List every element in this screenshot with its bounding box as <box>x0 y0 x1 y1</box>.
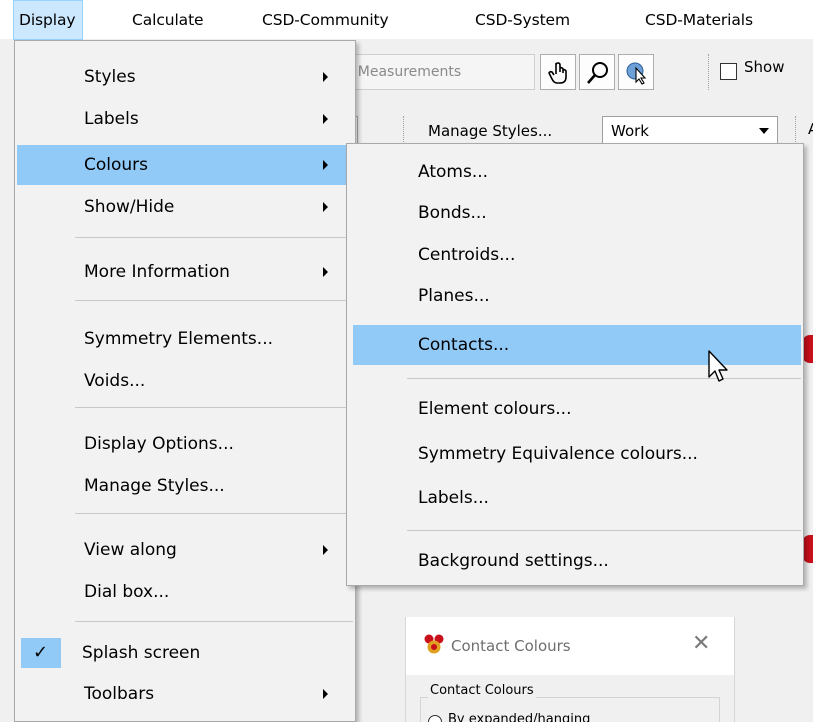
menu-item-dial-box[interactable]: Dial box... <box>17 572 353 612</box>
chevron-right-icon <box>323 545 328 555</box>
menu-item-styles[interactable]: Styles <box>17 57 353 97</box>
menu-item-splash-screen[interactable]: ✓ Splash screen <box>19 633 351 673</box>
submenu-item-planes[interactable]: Planes... <box>349 276 801 316</box>
menu-item-toolbars[interactable]: Toolbars <box>17 674 353 714</box>
toolbar-separator <box>403 116 404 146</box>
menu-item-manage-styles[interactable]: Manage Styles... <box>17 466 353 506</box>
colours-submenu: Atoms... Bonds... Centroids... Planes...… <box>346 143 804 586</box>
menu-display[interactable]: Display <box>13 0 84 40</box>
show-checkbox[interactable] <box>720 63 737 80</box>
submenu-item-element-colours[interactable]: Element colours... <box>349 389 801 429</box>
show-checkbox-label: Show <box>744 58 785 76</box>
menu-item-more-information[interactable]: More Information <box>17 252 353 292</box>
submenu-item-bonds[interactable]: Bonds... <box>349 193 801 233</box>
chevron-right-icon <box>323 114 328 124</box>
chevron-right-icon <box>323 202 328 212</box>
chevron-right-icon <box>323 267 328 277</box>
menu-bar: Display Calculate CSD-Community CSD-Syst… <box>0 0 813 40</box>
dialog-title: Contact Colours <box>451 637 571 655</box>
chevron-right-icon <box>323 160 328 170</box>
menu-csd-community[interactable]: CSD-Community <box>262 0 389 40</box>
mouse-cursor-icon <box>708 350 728 382</box>
contact-colours-dialog: Contact Colours ✕ Contact Colours By exp… <box>405 617 735 722</box>
menu-item-colours[interactable]: Colours <box>17 145 355 185</box>
chevron-right-icon <box>323 689 328 699</box>
toolbar-separator <box>795 116 796 146</box>
expanded-hanging-radio-label: By expanded/hanging <box>448 712 591 722</box>
submenu-item-symmetry-equivalence-colours[interactable]: Symmetry Equivalence colours... <box>349 434 801 474</box>
menu-item-view-along[interactable]: View along <box>17 530 353 570</box>
display-menu: Styles Labels Colours Show/Hide More Inf… <box>14 40 356 722</box>
menu-calculate[interactable]: Calculate <box>132 0 204 40</box>
menu-item-symmetry-elements[interactable]: Symmetry Elements... <box>17 319 353 359</box>
chevron-right-icon <box>323 72 328 82</box>
menu-separator <box>75 513 353 514</box>
menu-separator <box>407 530 801 531</box>
app-logo-icon <box>424 634 444 654</box>
style-combo-value: Work <box>611 122 649 140</box>
expanded-hanging-radio[interactable] <box>428 715 442 722</box>
select-arrow-icon[interactable] <box>618 54 654 90</box>
toolbar-separator <box>708 54 709 90</box>
measurements-button[interactable]: ar Measurements <box>330 54 535 90</box>
hand-pointer-icon[interactable] <box>540 54 576 90</box>
menu-item-labels[interactable]: Labels <box>17 99 353 139</box>
magnifier-icon[interactable] <box>579 54 615 90</box>
submenu-item-centroids[interactable]: Centroids... <box>349 235 801 275</box>
menu-item-voids[interactable]: Voids... <box>17 361 353 401</box>
menu-separator <box>75 621 353 622</box>
menu-csd-materials[interactable]: CSD-Materials <box>645 0 753 40</box>
style-combo[interactable]: Work <box>602 116 778 146</box>
toolbar-edge-label: A <box>808 120 813 138</box>
menu-item-display-options[interactable]: Display Options... <box>17 424 353 464</box>
submenu-item-labels[interactable]: Labels... <box>349 478 801 518</box>
check-icon: ✓ <box>33 642 49 663</box>
menu-csd-system[interactable]: CSD-System <box>475 0 570 40</box>
menu-separator <box>407 378 801 379</box>
submenu-item-contacts[interactable]: Contacts... <box>353 325 801 365</box>
group-label: Contact Colours <box>428 683 536 698</box>
menu-separator <box>75 237 353 238</box>
manage-styles-toolbar-button[interactable]: Manage Styles... <box>416 116 552 146</box>
dialog-body: Contact Colours By expanded/hanging <box>406 675 734 722</box>
submenu-item-atoms[interactable]: Atoms... <box>349 152 801 192</box>
menu-separator <box>75 300 353 301</box>
menu-item-show-hide[interactable]: Show/Hide <box>17 187 353 227</box>
chevron-down-icon <box>759 128 769 134</box>
submenu-item-background-settings[interactable]: Background settings... <box>349 541 801 581</box>
menu-separator <box>75 407 353 408</box>
close-icon[interactable]: ✕ <box>692 631 710 656</box>
